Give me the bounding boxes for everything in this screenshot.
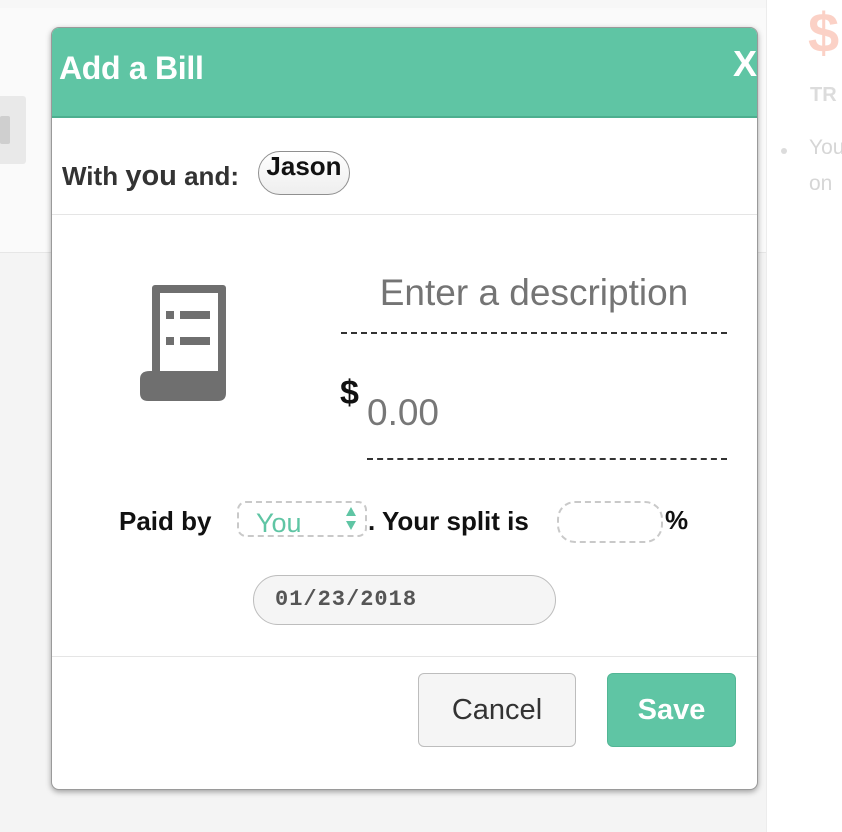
with-label-you: you [125,160,177,192]
background-heading: TR [810,84,837,106]
save-button[interactable]: Save [607,673,736,747]
with-label-prefix: With [62,161,126,191]
description-input[interactable] [341,254,727,334]
paid-by-row: Paid by You . Your split is % [52,498,757,548]
background-receipt-icon [0,116,10,144]
payer-selected-value: You [256,508,302,538]
background-dollar-icon: $ [808,1,840,64]
background-text-line1: You [809,136,842,159]
split-label: . Your split is [368,506,529,536]
modal-header: Add a Bill X [52,28,757,118]
paid-by-label: Paid by [119,506,212,536]
cancel-button[interactable]: Cancel [418,673,576,747]
background-bullet [781,148,787,154]
modal-title: Add a Bill [59,50,204,86]
with-label: With you and: [62,160,239,193]
modal-footer: Cancel Save [52,656,757,789]
participant-chip[interactable]: Jason [258,151,350,195]
percent-symbol: % [665,505,689,535]
payer-select[interactable]: You [237,501,367,538]
background-left-button [0,96,26,164]
background-right-panel [766,0,842,832]
date-input[interactable]: 01/23/2018 [253,575,556,625]
split-percentage-input[interactable] [557,501,663,543]
currency-symbol: $ [340,374,359,412]
receipt-icon [140,285,226,401]
background-text-line2: on [809,172,833,195]
up-down-arrows-icon [346,507,356,530]
add-bill-modal: Add a Bill X With you and: Jason $ Paid … [51,27,758,790]
with-label-suffix: and: [176,161,239,191]
participants-row: With you and: Jason [52,118,757,215]
close-button[interactable]: X [733,46,757,82]
amount-input[interactable] [367,368,727,460]
